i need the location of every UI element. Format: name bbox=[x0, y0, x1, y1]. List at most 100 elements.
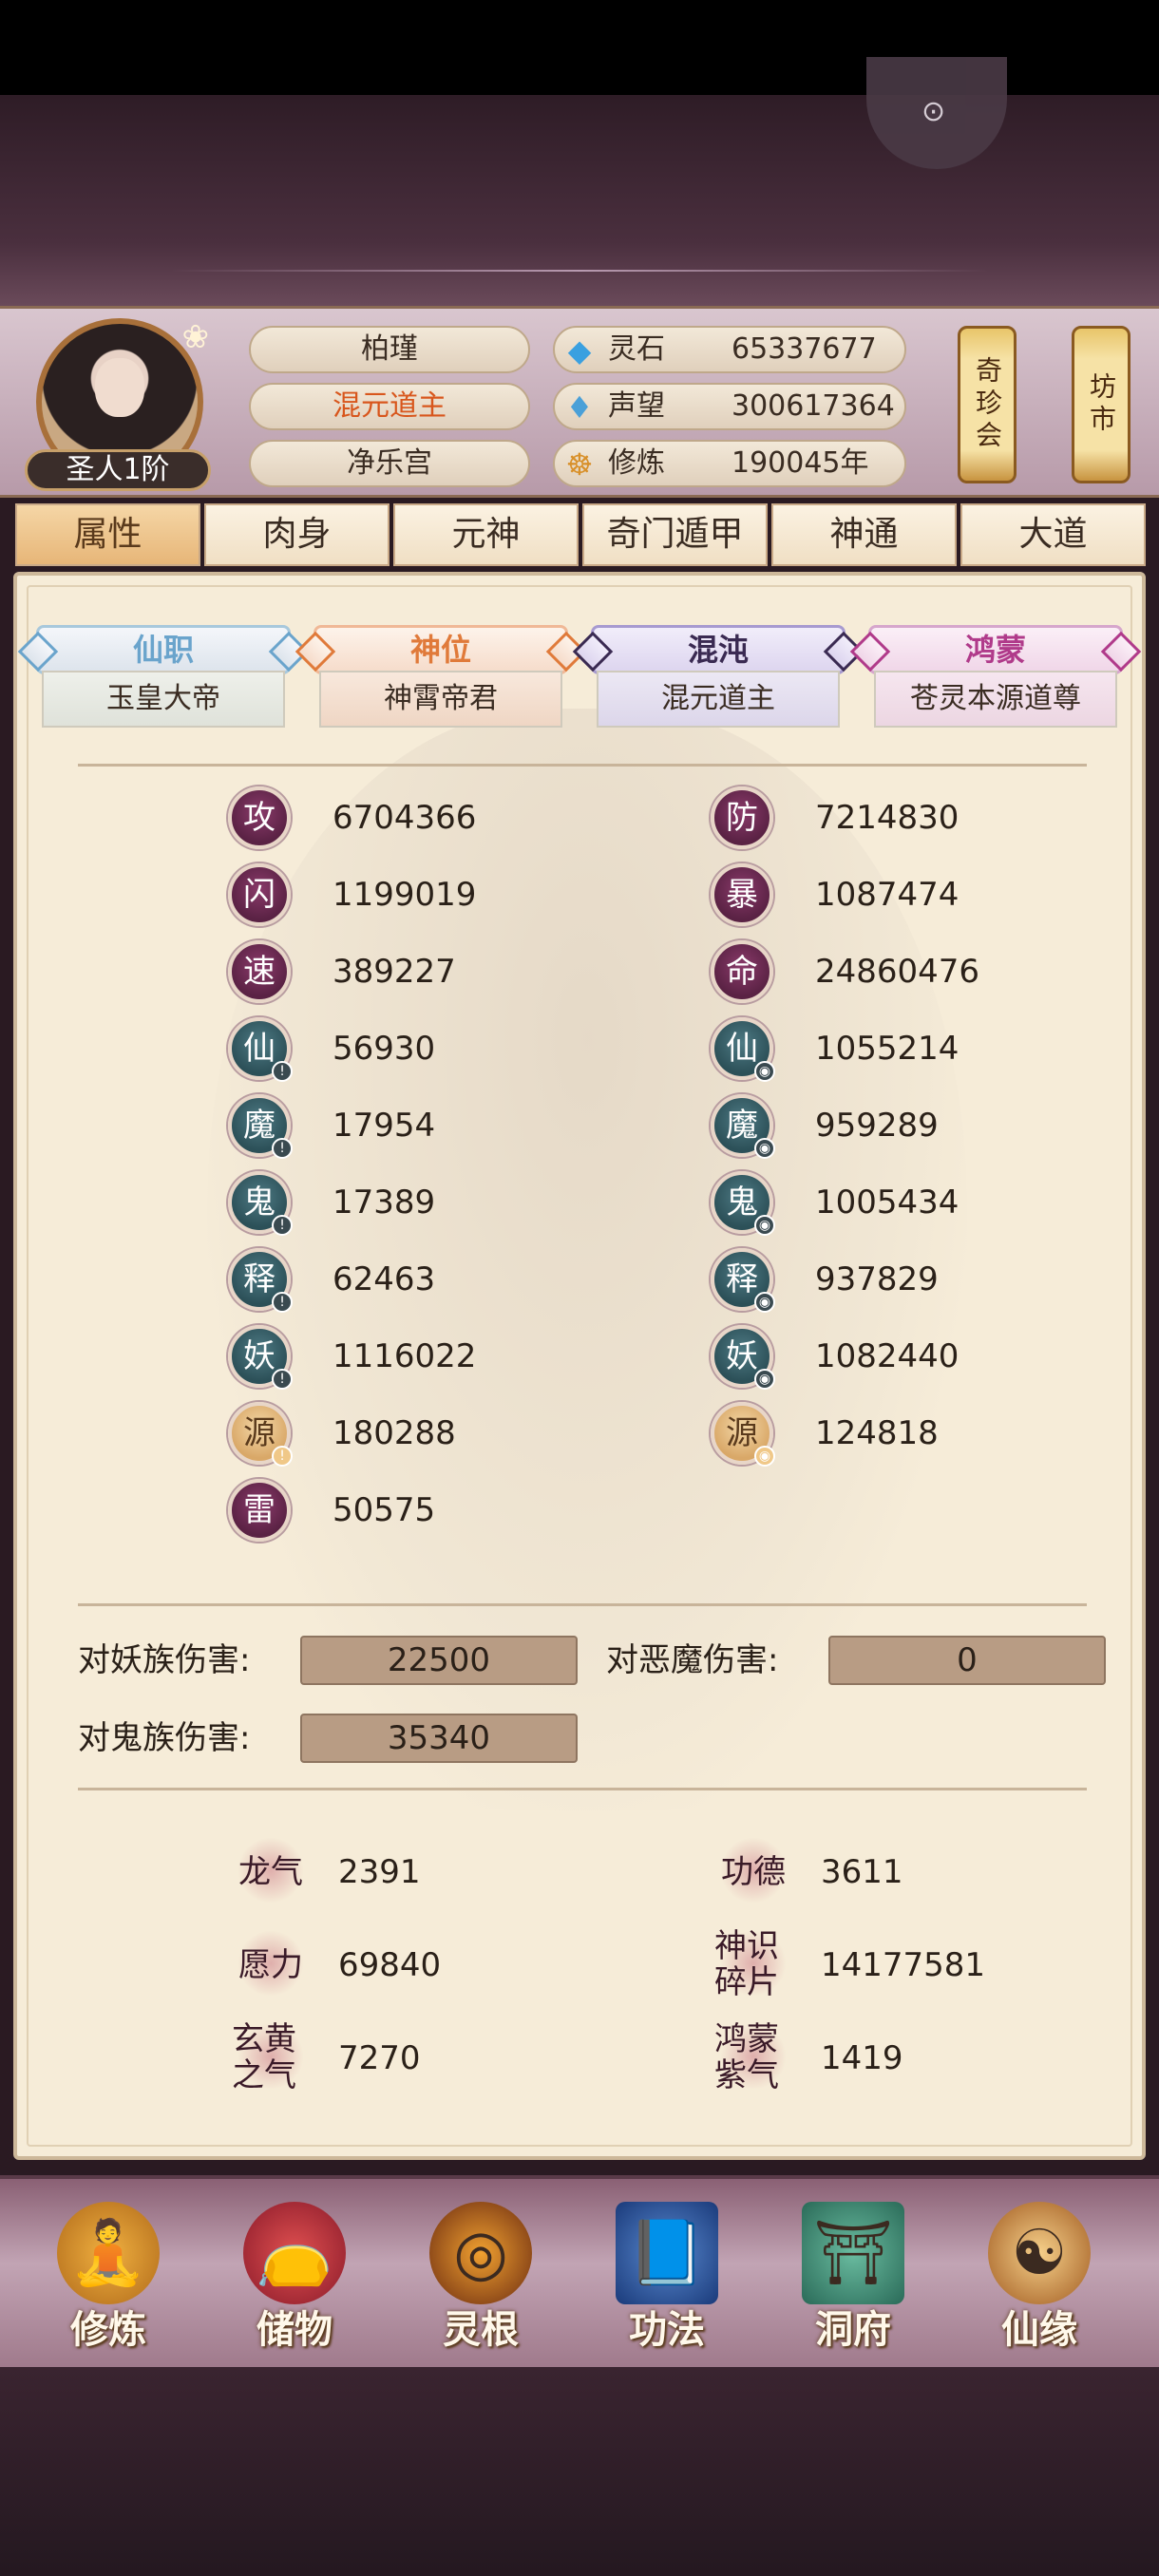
stat-origin-attack[interactable]: 源! 180288 bbox=[228, 1400, 627, 1467]
resource-value: 190045年 bbox=[732, 446, 869, 480]
stat-value: 1055214 bbox=[815, 1030, 960, 1068]
stat-dodge: 闪 1199019 bbox=[228, 862, 627, 928]
demon-defense-icon: 魔 ◉ bbox=[711, 1094, 775, 1159]
spirit-stone-icon: ◆ bbox=[567, 332, 592, 369]
stat-ghost-attack[interactable]: 鬼! 17389 bbox=[228, 1169, 627, 1236]
ghost-damage-label: 对鬼族伤害: bbox=[78, 1719, 251, 1757]
stat-attack: 攻 6704366 bbox=[228, 785, 627, 851]
tab-divine-power[interactable]: 神通 bbox=[771, 503, 957, 566]
treasure-fair-button[interactable]: 奇珍会 bbox=[958, 326, 1016, 483]
tab-attributes[interactable]: 属性 bbox=[15, 503, 200, 566]
buddha-defense-icon: 释 ◉ bbox=[711, 1248, 775, 1313]
critical-icon: 暴 bbox=[711, 863, 773, 926]
icon-glyph: 仙 bbox=[243, 1030, 276, 1068]
tab-spirit[interactable]: 元神 bbox=[393, 503, 579, 566]
stat-origin-defense[interactable]: 源 ◉ 124818 bbox=[711, 1400, 1110, 1467]
tab-qimen-dunjia[interactable]: 奇门遁甲 bbox=[582, 503, 768, 566]
misc-merit: 功德 3611 bbox=[711, 1829, 1110, 1915]
avatar-face bbox=[95, 358, 144, 417]
nav-label: 储物 bbox=[256, 2308, 332, 2352]
defense-icon: 防 bbox=[711, 786, 773, 849]
misc-value: 69840 bbox=[338, 1946, 442, 1984]
nav-fortune[interactable]: ☯ 仙缘 bbox=[954, 2188, 1125, 2367]
shield-badge-icon: ◉ bbox=[754, 1292, 775, 1313]
misc-wish-power: 愿力 69840 bbox=[228, 1923, 627, 2008]
resource-label: 声望 bbox=[608, 389, 665, 423]
tab-body[interactable]: 肉身 bbox=[204, 503, 390, 566]
shield-badge-icon: ◉ bbox=[754, 1138, 775, 1159]
misc-value: 3611 bbox=[821, 1853, 903, 1891]
storage-bag-icon: 👝 bbox=[243, 2202, 346, 2304]
misc-hongmeng-purple-qi: 鸿蒙紫气 1419 bbox=[711, 2016, 1110, 2101]
misc-label: 神识碎片 bbox=[714, 1927, 779, 2001]
misc-label: 愿力 bbox=[238, 1946, 303, 1984]
tab-great-dao[interactable]: 大道 bbox=[960, 503, 1146, 566]
stat-yao-attack[interactable]: 妖! 1116022 bbox=[228, 1323, 627, 1390]
rank-banner-chaos: 混沌 混元道主 bbox=[578, 625, 859, 731]
shield-badge-icon: ◉ bbox=[754, 1369, 775, 1390]
immortal-attack-icon: 仙! bbox=[228, 1017, 293, 1082]
divider bbox=[78, 1603, 1087, 1606]
character-header: ❀ 圣人1阶 柏瑾 混元道主 净乐宫 ◆ 灵石 65337677 ♦ 声望 30… bbox=[0, 306, 1159, 498]
technique-book-icon: 📘 bbox=[616, 2202, 718, 2304]
icon-glyph: 鬼 bbox=[726, 1184, 758, 1222]
misc-value: 2391 bbox=[338, 1853, 421, 1891]
wish-power-icon: 愿力 bbox=[228, 1923, 314, 2008]
stat-value: 17389 bbox=[332, 1184, 436, 1222]
nav-cultivate[interactable]: 🧘 修炼 bbox=[23, 2188, 194, 2367]
hongmeng-qi-icon: 鸿蒙紫气 bbox=[711, 2016, 787, 2101]
dodge-icon: 闪 bbox=[228, 863, 291, 926]
banner-value: 混元道主 bbox=[597, 671, 840, 728]
ghost-attack-icon: 鬼! bbox=[228, 1171, 293, 1236]
nav-label: 仙缘 bbox=[1001, 2308, 1077, 2352]
stat-health: 命 24860476 bbox=[711, 938, 1110, 1005]
stat-buddha-defense[interactable]: 释 ◉ 937829 bbox=[711, 1246, 1110, 1313]
merit-icon: 功德 bbox=[711, 1829, 796, 1915]
ornament-line bbox=[171, 270, 988, 272]
rank-banner-hongmeng: 鸿蒙 苍灵本源道尊 bbox=[855, 625, 1136, 731]
yao-damage-label: 对妖族伤害: bbox=[78, 1641, 251, 1679]
stat-value: 62463 bbox=[332, 1260, 436, 1298]
banner-heading: 仙职 bbox=[36, 625, 291, 674]
ghost-damage-value: 35340 bbox=[300, 1714, 578, 1763]
market-button[interactable]: 坊市 bbox=[1072, 326, 1130, 483]
speed-icon: 速 bbox=[228, 940, 291, 1003]
attributes-panel: 仙职 玉皇大帝 神位 神霄帝君 混沌 混元道主 鸿蒙 苍灵本源道尊 攻 6704… bbox=[13, 572, 1146, 2160]
health-icon: 命 bbox=[711, 940, 773, 1003]
nav-label: 修炼 bbox=[70, 2308, 146, 2352]
nav-spirit-root[interactable]: ◎ 灵根 bbox=[395, 2188, 566, 2367]
stat-thunder: 雷 50575 bbox=[228, 1477, 627, 1544]
character-sect: 净乐宫 bbox=[249, 440, 530, 487]
nav-technique[interactable]: 📘 功法 bbox=[581, 2188, 752, 2367]
stat-immortal-defense[interactable]: 仙 ◉ 1055214 bbox=[711, 1015, 1110, 1082]
ghost-defense-icon: 鬼 ◉ bbox=[711, 1171, 775, 1236]
stat-value: 50575 bbox=[332, 1491, 436, 1529]
banner-heading: 鸿蒙 bbox=[868, 625, 1123, 674]
stat-yao-defense[interactable]: 妖 ◉ 1082440 bbox=[711, 1323, 1110, 1390]
stat-value: 6704366 bbox=[332, 799, 477, 837]
misc-dragon-qi: 龙气 2391 bbox=[228, 1829, 627, 1915]
stat-critical: 暴 1087474 bbox=[711, 862, 1110, 928]
assistant-icon: ⊙ bbox=[922, 95, 946, 128]
nav-cave-mansion[interactable]: ⛩ 洞府 bbox=[768, 2188, 939, 2367]
stat-value: 7214830 bbox=[815, 799, 960, 837]
icon-glyph: 释 bbox=[243, 1260, 276, 1298]
nav-storage[interactable]: 👝 储物 bbox=[209, 2188, 380, 2367]
character-name: 柏瑾 bbox=[249, 326, 530, 373]
stat-ghost-defense[interactable]: 鬼 ◉ 1005434 bbox=[711, 1169, 1110, 1236]
icon-glyph: 魔 bbox=[243, 1107, 276, 1145]
stat-demon-defense[interactable]: 魔 ◉ 959289 bbox=[711, 1092, 1110, 1159]
stat-value: 180288 bbox=[332, 1414, 456, 1452]
misc-value: 1419 bbox=[821, 2039, 903, 2077]
misc-value: 14177581 bbox=[821, 1946, 986, 1984]
spirit-root-icon: ◎ bbox=[429, 2202, 532, 2304]
stat-buddha-attack[interactable]: 释! 62463 bbox=[228, 1246, 627, 1313]
stat-value: 1087474 bbox=[815, 876, 960, 914]
demon-attack-icon: 魔! bbox=[228, 1094, 293, 1159]
fortune-icon: ☯ bbox=[988, 2202, 1091, 2304]
stat-demon-attack[interactable]: 魔! 17954 bbox=[228, 1092, 627, 1159]
stat-immortal-attack[interactable]: 仙! 56930 bbox=[228, 1015, 627, 1082]
rank-banner-immortal-office: 仙职 玉皇大帝 bbox=[23, 625, 304, 731]
resource-spirit-stone: ◆ 灵石 65337677 bbox=[553, 326, 906, 373]
shield-badge-icon: ◉ bbox=[754, 1061, 775, 1082]
